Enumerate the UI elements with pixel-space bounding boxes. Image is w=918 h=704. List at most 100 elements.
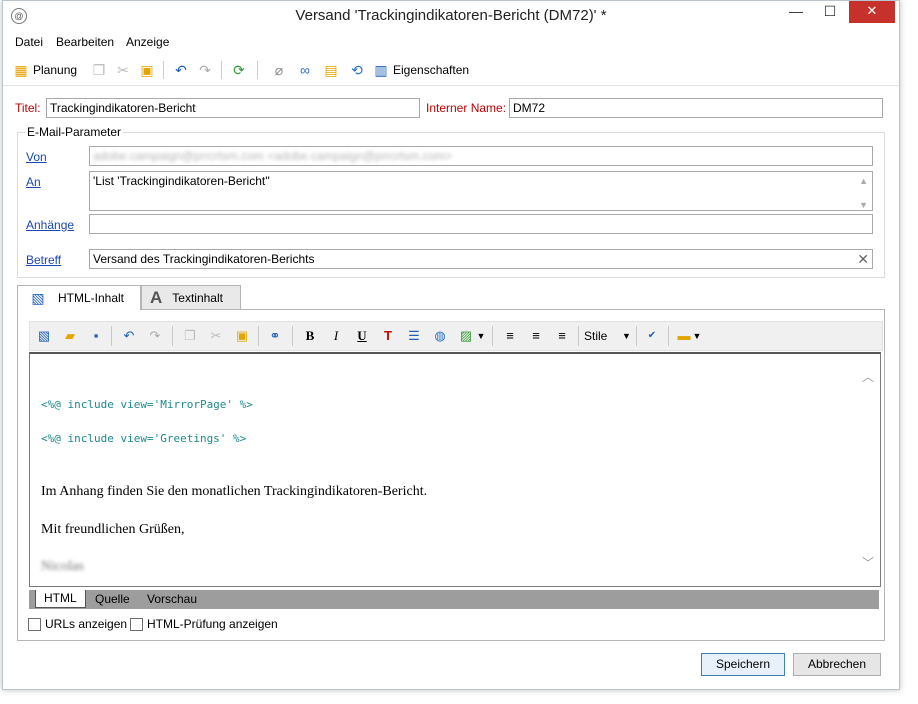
tab-html-content[interactable]: ▧ HTML-Inhalt: [17, 285, 141, 310]
scroll-up-icon[interactable]: ︿: [860, 368, 876, 385]
internal-name-input[interactable]: DM72: [509, 98, 883, 118]
editor-separator: [668, 326, 669, 346]
editor-separator: [292, 326, 293, 346]
clear-icon[interactable]: ✕: [857, 250, 869, 268]
menu-bearbeiten[interactable]: Bearbeiten: [56, 35, 114, 49]
signature-text: Nicolas: [41, 559, 84, 574]
subject-field[interactable]: Versand des Trackingindikatoren-Berichts…: [89, 249, 873, 269]
image-icon[interactable]: ▨: [457, 327, 475, 345]
undo-icon[interactable]: ↶: [120, 327, 138, 345]
scroll-down-icon[interactable]: ﹀: [860, 554, 876, 571]
paste-button[interactable]: ▣: [139, 61, 155, 79]
show-urls-checkbox[interactable]: URLs anzeigen: [28, 617, 127, 631]
attachment-button[interactable]: ⌀: [271, 61, 287, 79]
title-input[interactable]: Trackingindikatoren-Bericht: [46, 98, 420, 118]
open-folder-icon[interactable]: ▰: [61, 327, 79, 345]
cancel-button[interactable]: Abbrechen: [793, 653, 881, 676]
to-link[interactable]: An: [26, 175, 41, 189]
close-button[interactable]: ✕: [849, 1, 895, 23]
save-icon[interactable]: ▪: [87, 327, 105, 345]
include-greetings: <%@ include view='Greetings' %>: [41, 432, 247, 445]
minimize-button[interactable]: —: [779, 1, 813, 23]
planung-label: Planung: [33, 63, 78, 77]
align-right-icon[interactable]: ≡: [553, 327, 571, 345]
tab-html-content-label: HTML-Inhalt: [58, 291, 125, 305]
gift-icon: ▤: [324, 62, 338, 78]
underline-button[interactable]: U: [353, 327, 371, 345]
show-urls-box[interactable]: [28, 617, 41, 631]
maximize-button[interactable]: ☐: [813, 1, 847, 23]
toolbar-separator: [257, 61, 258, 79]
save-button[interactable]: Speichern: [701, 653, 785, 676]
mode-html[interactable]: HTML: [35, 590, 86, 608]
planung-button[interactable]: ▦ Planung: [13, 61, 77, 79]
subject-value: Versand des Trackingindikatoren-Berichts: [93, 252, 315, 266]
copy-icon: ❐: [92, 62, 106, 78]
link-refresh-button[interactable]: ⟲: [349, 61, 365, 79]
toolbar-separator: [221, 61, 222, 79]
cut-button[interactable]: ✂: [115, 61, 131, 79]
copy-button[interactable]: ❐: [91, 61, 107, 79]
list-icon[interactable]: ☰: [405, 327, 423, 345]
styles-dropdown[interactable]: Stile ▼: [584, 327, 644, 345]
mode-quelle[interactable]: Quelle: [87, 590, 138, 609]
chevron-down-icon: ▼: [622, 331, 631, 341]
attachment-icon: ⌀: [274, 62, 284, 78]
menu-datei[interactable]: Datei: [15, 35, 43, 49]
styles-label: Stile: [584, 329, 608, 343]
toolbar-separator: [163, 61, 164, 79]
align-center-icon[interactable]: ≡: [527, 327, 545, 345]
html-check-box[interactable]: [130, 617, 143, 631]
closing-text: Mit freundlichen Grüßen,: [41, 522, 185, 537]
undo-icon: ↶: [175, 62, 187, 78]
copy-icon[interactable]: ❐: [181, 327, 199, 345]
web-link-icon[interactable]: ◍: [431, 327, 449, 345]
text-content-icon: A: [150, 287, 163, 307]
html-content-icon: ▧: [31, 290, 45, 306]
gift-button[interactable]: ▤: [323, 61, 339, 79]
html-check-checkbox[interactable]: HTML-Prüfung anzeigen: [130, 617, 278, 631]
subject-link[interactable]: Betreff: [26, 253, 61, 267]
menu-anzeige[interactable]: Anzeige: [126, 35, 169, 49]
font-color-icon[interactable]: T: [379, 327, 397, 345]
from-field[interactable]: adobe.campaign@prrcrtsm.com <adobe.campa…: [89, 146, 873, 166]
editor-mode-bar: HTML Quelle Vorschau: [29, 590, 879, 609]
main-toolbar: ▦ Planung ❐ ✂ ▣ ↶ ↷ ⟳ ⌀ ∞ ▤ ⟲ ▥ Eigensch…: [3, 55, 899, 86]
image-dropdown-icon[interactable]: ▼: [475, 327, 487, 345]
paste-icon: ▣: [140, 62, 154, 78]
to-field[interactable]: 'List 'Trackingindikatoren-Bericht'' ▲ ▼: [89, 171, 873, 211]
chevron-down-icon[interactable]: ▼: [859, 196, 868, 210]
attachments-link[interactable]: Anhänge: [26, 218, 74, 232]
redo-icon: ↷: [199, 62, 211, 78]
attachments-field[interactable]: [89, 214, 873, 234]
editor-separator: [172, 326, 173, 346]
bold-button[interactable]: B: [301, 327, 319, 345]
editor-separator: [636, 326, 637, 346]
cut-icon[interactable]: ✂: [207, 327, 225, 345]
template-dropdown-icon[interactable]: ▼: [691, 327, 703, 345]
show-urls-label: URLs anzeigen: [45, 617, 128, 631]
italic-button[interactable]: I: [327, 327, 345, 345]
align-left-icon[interactable]: ≡: [501, 327, 519, 345]
chevron-up-icon[interactable]: ▲: [859, 172, 868, 190]
from-link[interactable]: Von: [26, 150, 47, 164]
find-icon[interactable]: ⚭: [266, 327, 284, 345]
refresh-button[interactable]: ⟳: [231, 61, 247, 79]
link-button[interactable]: ∞: [297, 61, 313, 79]
redo-button[interactable]: ↷: [197, 61, 213, 79]
html-editor[interactable]: <%@ include view='MirrorPage' %> <%@ inc…: [29, 352, 881, 587]
refresh-icon: ⟳: [233, 62, 245, 78]
eigenschaften-button[interactable]: ▥ Eigenschaften: [373, 61, 469, 79]
tab-text-content-label: Textinhalt: [172, 290, 223, 305]
editor-separator: [578, 326, 579, 346]
body-text: Im Anhang finden Sie den monatlichen Tra…: [41, 484, 428, 499]
undo-button[interactable]: ↶: [173, 61, 189, 79]
paste-icon[interactable]: ▣: [233, 327, 251, 345]
title-label: Titel:: [15, 101, 41, 115]
html-check-label: HTML-Prüfung anzeigen: [147, 617, 278, 631]
tab-text-content[interactable]: A Textinhalt: [141, 285, 241, 309]
mode-vorschau[interactable]: Vorschau: [139, 590, 205, 609]
redo-icon[interactable]: ↷: [146, 327, 164, 345]
spellcheck-icon[interactable]: ✔: [643, 327, 661, 345]
new-document-icon[interactable]: ▧: [35, 327, 53, 345]
